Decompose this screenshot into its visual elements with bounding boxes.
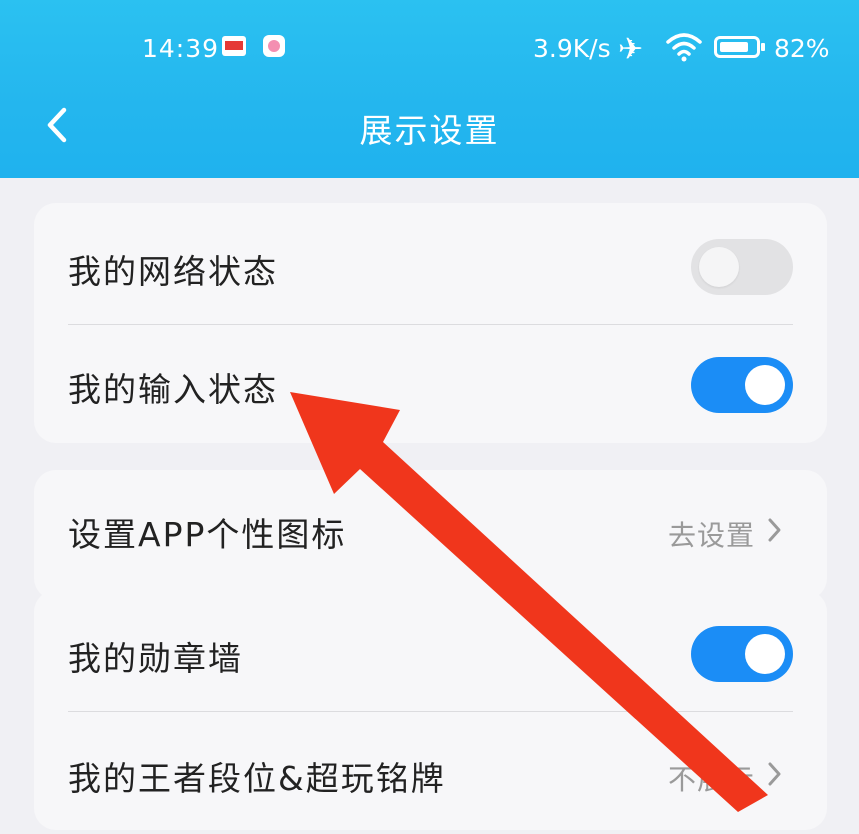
rank-badge-action[interactable]: 不展示 <box>668 758 755 798</box>
page-title: 展示设置 <box>359 111 500 150</box>
badge-wall-label: 我的勋章墙 <box>68 639 243 678</box>
app-icon-card: 设置APP个性图标 去设置 <box>34 470 827 600</box>
app-icon-label: 设置APP个性图标 <box>68 515 347 554</box>
badge-wall-toggle[interactable] <box>691 626 793 682</box>
status-settings-card: 我的网络状态 我的输入状态 <box>34 203 827 443</box>
network-status-row: 我的网络状态 <box>34 207 827 327</box>
battery-percent: 82% <box>774 34 830 63</box>
notification-avatar-icon <box>263 35 285 57</box>
input-status-label: 我的输入状态 <box>68 370 278 409</box>
notification-app-icon <box>222 36 246 56</box>
chevron-right-icon <box>768 762 781 786</box>
app-header: 14:39 3.9K/s ✈ 82% 展示设置 <box>0 0 859 178</box>
toggle-knob <box>699 247 739 287</box>
network-status-toggle[interactable] <box>691 239 793 295</box>
rank-badge-row[interactable]: 我的王者段位&超玩铭牌 不展示 <box>34 714 827 834</box>
network-status-label: 我的网络状态 <box>68 252 278 291</box>
rank-badge-label: 我的王者段位&超玩铭牌 <box>68 759 446 798</box>
divider <box>68 711 793 712</box>
wifi-icon <box>666 33 702 62</box>
toggle-knob <box>745 634 785 674</box>
badge-wall-row: 我的勋章墙 <box>34 594 827 714</box>
chevron-right-icon <box>768 518 781 542</box>
status-bar: 14:39 3.9K/s ✈ 82% <box>0 24 859 72</box>
app-icon-row[interactable]: 设置APP个性图标 去设置 <box>34 470 827 590</box>
airplane-mode-icon: ✈ <box>618 32 644 67</box>
toggle-knob <box>745 365 785 405</box>
app-icon-action[interactable]: 去设置 <box>668 514 755 554</box>
battery-icon <box>714 36 765 58</box>
display-settings-card: 我的勋章墙 我的王者段位&超玩铭牌 不展示 <box>34 590 827 830</box>
input-status-row: 我的输入状态 <box>34 325 827 445</box>
status-time: 14:39 <box>142 34 220 63</box>
network-speed: 3.9K/s <box>533 34 611 63</box>
input-status-toggle[interactable] <box>691 357 793 413</box>
